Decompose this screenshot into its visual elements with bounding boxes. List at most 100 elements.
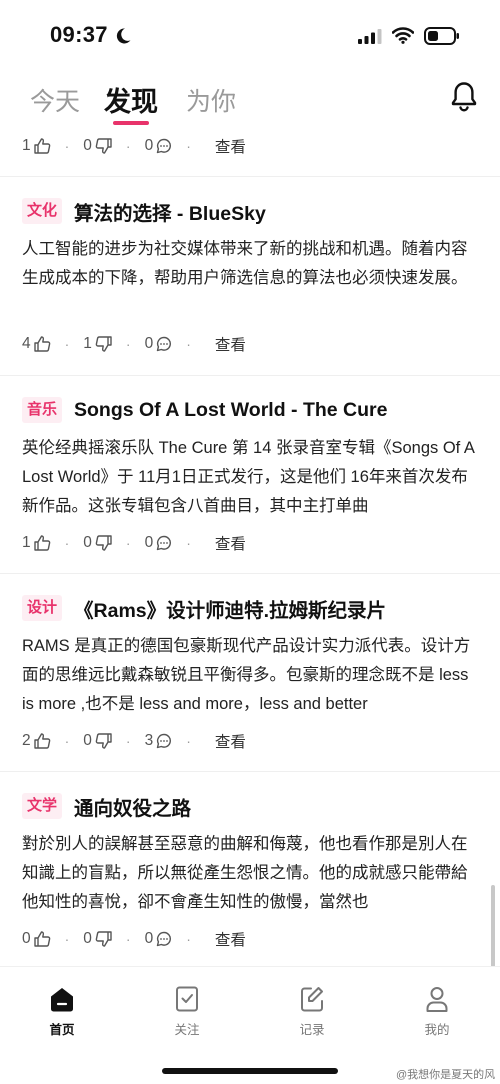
dislike-stat[interactable]: 0 xyxy=(83,930,112,948)
view-link[interactable]: 查看 xyxy=(215,333,246,355)
card-title[interactable]: 通向奴役之路 xyxy=(74,792,191,821)
thumbs-up-icon xyxy=(33,931,50,947)
nav-profile[interactable]: 我的 xyxy=(397,985,477,1038)
card-stats: 1 · 0 · 0 · 查看 xyxy=(22,134,246,158)
comment-icon xyxy=(157,931,172,947)
comment-icon xyxy=(157,336,172,352)
separator-dot: · xyxy=(64,733,70,749)
feed-card[interactable]: 文化 算法的选择 - BlueSky 人工智能的进步为社交媒体带来了新的挑战和机遇… xyxy=(0,177,500,376)
card-stats: 2 · 0 · 3 · 查看 xyxy=(22,729,246,753)
category-badge[interactable]: 文学 xyxy=(22,793,63,819)
discover-feed[interactable]: 1 · 0 · 0 · 查看 文化 算法的选择 - BlueSky 人工智能的进步… xyxy=(0,130,500,966)
thumbs-down-icon xyxy=(95,535,112,551)
dislike-stat[interactable]: 0 xyxy=(83,732,112,750)
top-tab-bar: 今天 发现 为你 xyxy=(0,72,500,130)
watermark-text: @我想你是夏天的风 xyxy=(396,1069,496,1081)
view-link[interactable]: 查看 xyxy=(215,730,246,752)
card-title[interactable]: Songs Of A Lost World - The Cure xyxy=(74,399,387,422)
nav-home[interactable]: 首页 xyxy=(22,985,102,1038)
edit-note-icon xyxy=(301,987,323,1012)
separator-dot: · xyxy=(125,535,131,551)
view-link[interactable]: 查看 xyxy=(215,135,246,157)
view-link[interactable]: 查看 xyxy=(215,532,246,554)
nav-following[interactable]: 关注 xyxy=(147,985,227,1038)
nav-following-label: 关注 xyxy=(174,1023,200,1037)
nav-profile-label: 我的 xyxy=(424,1023,450,1037)
feed-card[interactable]: 文学 通向奴役之路 對於別人的誤解甚至惡意的曲解和侮蔑，他也看作那是別人在知識上的… xyxy=(0,772,500,966)
bell-icon[interactable] xyxy=(450,80,478,112)
category-badge[interactable]: 设计 xyxy=(22,595,63,621)
comment-icon xyxy=(157,535,172,551)
scrollbar[interactable] xyxy=(491,885,495,970)
category-badge[interactable]: 文化 xyxy=(22,198,63,224)
card-summary[interactable]: 人工智能的进步为社交媒体带来了新的挑战和机遇。随着内容生成成本的下降，帮助用户筛… xyxy=(22,235,480,322)
bookmark-check-icon xyxy=(176,986,198,1012)
cellular-signal-icon xyxy=(358,29,382,44)
person-icon xyxy=(426,987,448,1012)
nav-home-label: 首页 xyxy=(49,1023,75,1037)
comment-stat[interactable]: 0 xyxy=(145,534,173,552)
dislike-stat[interactable]: 0 xyxy=(83,534,112,552)
status-bar: 09:37 xyxy=(0,0,500,72)
thumbs-up-icon xyxy=(33,336,50,352)
category-badge[interactable]: 音乐 xyxy=(22,397,63,423)
feed-card-partial[interactable]: 1 · 0 · 0 · 查看 xyxy=(0,130,500,177)
battery-icon xyxy=(424,27,459,45)
separator-dot: · xyxy=(125,336,131,352)
separator-dot: · xyxy=(186,733,191,749)
separator-dot: · xyxy=(64,535,70,551)
like-stat[interactable]: 4 xyxy=(22,335,51,353)
separator-dot: · xyxy=(125,733,131,749)
status-time: 09:37 xyxy=(50,22,108,47)
card-summary[interactable]: 英伦经典摇滚乐队 The Cure 第 14 张录音室专辑《Songs Of A… xyxy=(22,434,480,521)
thumbs-down-icon xyxy=(95,931,112,947)
thumbs-up-icon xyxy=(33,138,50,154)
card-summary[interactable]: RAMS 是真正的德国包豪斯现代产品设计实力派代表。设计方面的思维远比戴森敏锐且… xyxy=(22,632,480,719)
thumbs-up-icon xyxy=(33,535,50,551)
comment-icon xyxy=(157,138,172,154)
feed-card[interactable]: 设计 《Rams》设计师迪特.拉姆斯纪录片 RAMS 是真正的德国包豪斯现代产品设… xyxy=(0,574,500,772)
home-icon xyxy=(51,988,73,1012)
comment-stat[interactable]: 3 xyxy=(145,732,173,750)
card-summary[interactable]: 對於別人的誤解甚至惡意的曲解和侮蔑，他也看作那是別人在知識上的盲點，所以無從產生… xyxy=(22,830,480,917)
separator-dot: · xyxy=(186,336,191,352)
dislike-stat[interactable]: 1 xyxy=(83,335,112,353)
comment-stat[interactable]: 0 xyxy=(145,930,173,948)
dislike-stat[interactable]: 0 xyxy=(83,137,112,155)
like-stat[interactable]: 1 xyxy=(22,137,51,155)
tab-discover[interactable]: 发现 xyxy=(104,80,158,119)
separator-dot: · xyxy=(125,138,131,154)
comment-icon xyxy=(157,733,172,749)
feed-card[interactable]: 音乐 Songs Of A Lost World - The Cure 英伦经典摇… xyxy=(0,376,500,574)
separator-dot: · xyxy=(125,931,131,947)
comment-stat[interactable]: 0 xyxy=(145,335,173,353)
separator-dot: · xyxy=(186,535,191,551)
thumbs-down-icon xyxy=(95,733,112,749)
home-indicator[interactable] xyxy=(162,1068,338,1074)
card-stats: 0 · 0 · 0 · 查看 xyxy=(22,927,246,951)
active-tab-indicator xyxy=(113,121,149,125)
nav-notes[interactable]: 记录 xyxy=(272,985,352,1038)
thumbs-down-icon xyxy=(95,138,112,154)
card-stats: 1 · 0 · 0 · 查看 xyxy=(22,531,246,555)
like-stat[interactable]: 2 xyxy=(22,732,51,750)
thumbs-down-icon xyxy=(95,336,112,352)
like-stat[interactable]: 1 xyxy=(22,534,51,552)
separator-dot: · xyxy=(64,138,70,154)
tab-for-you[interactable]: 为你 xyxy=(186,82,236,118)
nav-notes-label: 记录 xyxy=(299,1023,325,1037)
card-title[interactable]: 算法的选择 - BlueSky xyxy=(74,197,266,226)
separator-dot: · xyxy=(64,931,70,947)
separator-dot: · xyxy=(186,138,191,154)
comment-stat[interactable]: 0 xyxy=(145,137,173,155)
tab-today[interactable]: 今天 xyxy=(30,82,80,118)
view-link[interactable]: 查看 xyxy=(215,928,246,950)
wifi-icon xyxy=(392,27,414,44)
like-stat[interactable]: 0 xyxy=(22,930,51,948)
separator-dot: · xyxy=(186,931,191,947)
separator-dot: · xyxy=(64,336,70,352)
thumbs-up-icon xyxy=(33,733,50,749)
card-title[interactable]: 《Rams》设计师迪特.拉姆斯纪录片 xyxy=(74,594,386,623)
moon-icon xyxy=(116,28,131,44)
card-stats: 4 · 1 · 0 · 查看 xyxy=(22,332,246,356)
